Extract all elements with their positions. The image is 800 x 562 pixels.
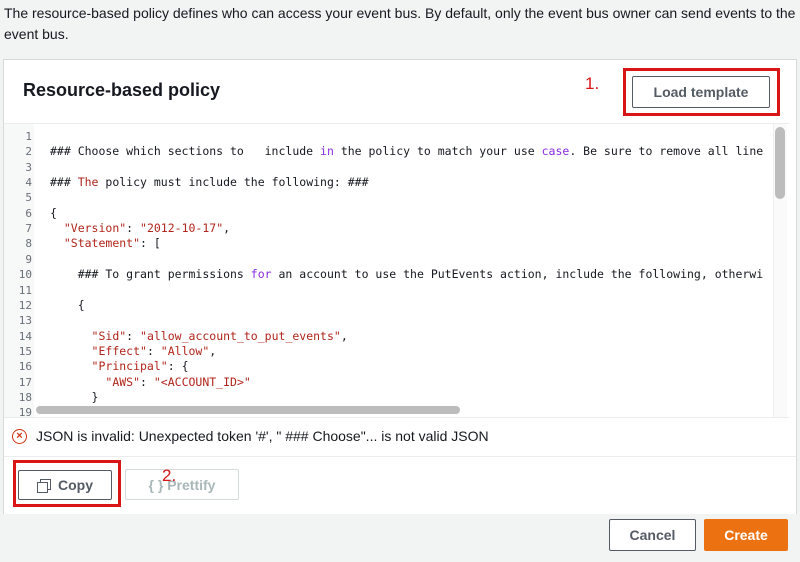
line-number: 6 [25,206,32,220]
code-text: "Statement": [ [63,236,161,251]
code-line: 9 [4,252,784,267]
panel-footer: Copy { } Prettify 2. [4,456,796,514]
copy-button[interactable]: Copy [18,470,112,500]
line-number: 5 [25,191,32,205]
code-text: "Version": "2012-10-17", [63,221,231,236]
line-number: 16 [18,360,32,374]
prettify-button[interactable]: { } Prettify [125,469,239,500]
code-line: 17 "AWS": "<ACCOUNT_ID>" [4,375,784,390]
code-line: 3 [4,160,784,175]
code-line: 1 [4,129,784,144]
copy-icon [37,478,51,493]
line-number: 12 [18,298,32,312]
code-line: 10 ### To grant permissions for an accou… [4,267,784,282]
line-number: 18 [18,390,32,404]
code-text: "Effect": "Allow", [91,343,217,358]
annotation-step-2: 2. [162,466,177,485]
code-line: 2 ### Choose which sections to include in… [4,144,784,159]
code-line: 7 "Version": "2012-10-17", [4,221,784,236]
code-line: 5 [4,190,784,205]
error-message: JSON is invalid: Unexpected token '#', "… [36,428,489,444]
code-text: "Sid": "allow_account_to_put_events", [91,328,348,343]
line-number: 9 [25,252,32,266]
cancel-button[interactable]: Cancel [609,519,696,551]
code-line: 4 ### The policy must include the followi… [4,175,784,190]
policy-panel: Resource-based policy 1. Load template 1… [3,59,797,514]
code-line: 11 [4,283,784,298]
panel-title: Resource-based policy [23,80,221,100]
intro-text: The resource-based policy defines who ca… [4,5,796,42]
line-number: 7 [25,222,32,236]
code-line: 16 "Principal": { [4,359,784,374]
copy-label: Copy [58,477,93,493]
line-number: 17 [18,375,32,389]
line-number: 11 [18,283,32,297]
create-button[interactable]: Create [704,519,788,551]
code-line: 14 "Sid": "allow_account_to_put_events", [4,329,784,344]
annotation-step-1: 1. [585,74,600,93]
line-number: 19 [18,406,32,418]
code-line: 8 "Statement": [ [4,236,784,251]
line-number: 13 [18,314,32,328]
validation-error: × JSON is invalid: Unexpected token '#',… [4,418,796,456]
code-line: 13 [4,313,784,328]
code-text: ### To grant permissions for an account … [50,267,764,282]
code-text: { [50,297,85,312]
code-line: 6{ [4,206,784,221]
code-text: } [50,389,99,404]
line-number: 4 [25,176,32,190]
line-number: 1 [25,130,32,143]
line-number: 8 [25,237,32,251]
code-text: "AWS": "<ACCOUNT_ID>" [105,374,251,389]
error-x-icon: × [12,429,27,444]
horizontal-scrollbar[interactable] [36,406,460,414]
vertical-scrollbar[interactable] [775,127,785,199]
load-template-button[interactable]: Load template [632,76,770,108]
code-text: ### The policy must include the followin… [50,175,369,190]
code-text: { [50,205,57,220]
code-line: 15 "Effect": "Allow", [4,344,784,359]
line-number: 15 [18,344,32,358]
line-number: 14 [18,329,32,343]
code-editor[interactable]: 1 2 ### Choose which sections to include i… [4,123,789,418]
line-number: 10 [18,268,32,282]
code-line: 18 } [4,390,784,405]
line-number: 3 [25,160,32,174]
line-number: 2 [25,145,32,159]
code-line: 12 { [4,298,784,313]
code-text: "Principal": { [91,359,189,374]
code-text: ### Choose which sections to include in … [50,144,764,159]
